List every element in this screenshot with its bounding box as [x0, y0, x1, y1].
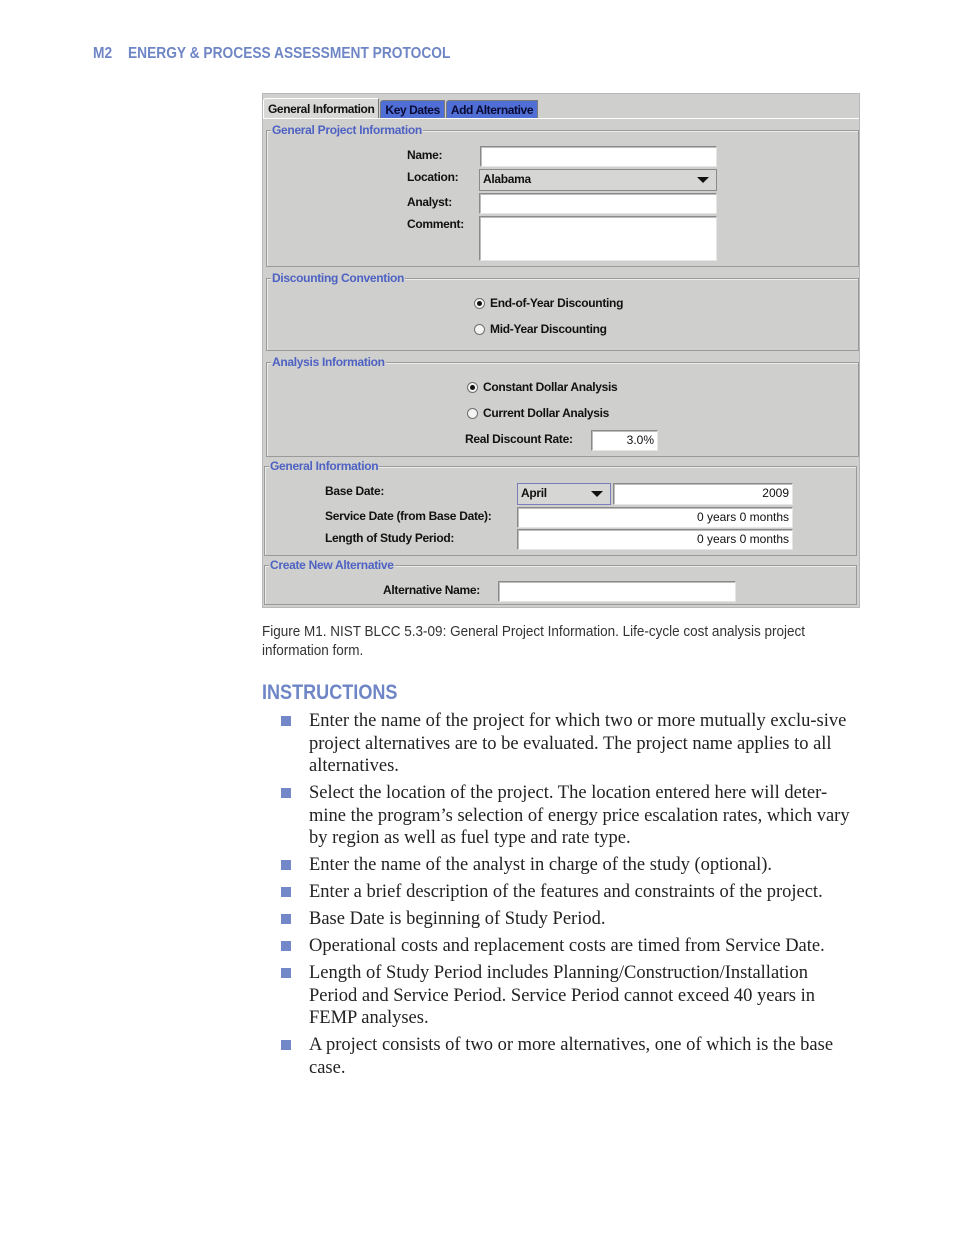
- list-item-text: Select the location of the project. The …: [309, 783, 850, 848]
- list-item: Length of Study Period includes Planning…: [280, 962, 860, 1030]
- list-item: Enter a brief description of the feature…: [280, 881, 860, 904]
- comment-textarea[interactable]: [479, 216, 717, 261]
- list-item-text: Enter the name of the project for which …: [309, 711, 847, 776]
- study-period-input[interactable]: 0 years 0 months: [517, 529, 793, 550]
- base-month-select[interactable]: April: [517, 483, 611, 505]
- base-date-label: Base Date:: [325, 484, 385, 498]
- real-discount-rate-label: Real Discount Rate:: [465, 432, 573, 446]
- name-input[interactable]: [480, 146, 717, 167]
- group-general-project-information: General Project Information Name: Locati…: [266, 123, 859, 267]
- list-item-text: Enter a brief description of the feature…: [309, 882, 823, 902]
- name-label: Name:: [407, 148, 443, 162]
- list-item: Base Date is beginning of Study Period.: [280, 908, 860, 931]
- group-title: Discounting Convention: [271, 271, 406, 285]
- radio-unchecked-icon: [474, 323, 485, 335]
- location-select[interactable]: Alabama: [479, 169, 717, 191]
- service-date-label: Service Date (from Base Date):: [325, 509, 492, 523]
- real-discount-rate-input[interactable]: 3.0%: [591, 430, 658, 451]
- instructions-heading: INSTRUCTIONS: [262, 681, 398, 704]
- tab-general-information[interactable]: General Information: [263, 98, 380, 119]
- group-title: Create New Alternative: [269, 558, 395, 572]
- chevron-down-icon: [697, 177, 709, 183]
- base-year-input[interactable]: 2009: [613, 483, 793, 505]
- list-item-text: Length of Study Period includes Planning…: [309, 963, 816, 1028]
- list-item: Enter the name of the project for which …: [280, 710, 860, 778]
- square-bullet-icon: [281, 788, 291, 798]
- instructions-list: Enter the name of the project for which …: [280, 710, 860, 1084]
- radio-unchecked-icon: [467, 407, 478, 419]
- square-bullet-icon: [281, 968, 291, 978]
- alternative-name-label: Alternative Name:: [383, 583, 480, 597]
- list-item-text: A project consists of two or more altern…: [309, 1035, 834, 1078]
- study-period-label: Length of Study Period:: [325, 531, 455, 545]
- analyst-input[interactable]: [479, 193, 717, 214]
- location-label: Location:: [407, 170, 459, 184]
- location-value: Alabama: [483, 172, 531, 186]
- analyst-label: Analyst:: [407, 195, 452, 209]
- square-bullet-icon: [281, 914, 291, 924]
- square-bullet-icon: [281, 860, 291, 870]
- radio-mid-year[interactable]: Mid-Year Discounting: [474, 322, 607, 336]
- comment-label: Comment:: [407, 217, 464, 231]
- list-item-text: Enter the name of the analyst in charge …: [309, 855, 773, 875]
- list-item: Enter the name of the analyst in charge …: [280, 854, 860, 877]
- radio-label: End-of-Year Discounting: [490, 296, 624, 310]
- radio-label: Current Dollar Analysis: [483, 406, 610, 420]
- square-bullet-icon: [281, 1040, 291, 1050]
- radio-checked-icon: [467, 381, 478, 393]
- group-create-new-alternative: Create New Alternative Alternative Name:: [264, 558, 857, 605]
- group-analysis-information: Analysis Information Constant Dollar Ana…: [266, 355, 859, 457]
- list-item: Select the location of the project. The …: [280, 782, 860, 850]
- group-discounting-convention: Discounting Convention End-of-Year Disco…: [266, 271, 859, 351]
- base-month-value: April: [521, 486, 547, 500]
- radio-constant-dollar[interactable]: Constant Dollar Analysis: [467, 380, 618, 394]
- list-item-text: Operational costs and replacement costs …: [309, 936, 825, 956]
- group-title: Analysis Information: [271, 355, 386, 369]
- group-title: General Information: [269, 459, 380, 473]
- service-date-input[interactable]: 0 years 0 months: [517, 507, 793, 528]
- running-head-title: ENERGY & PROCESS ASSESSMENT PROTOCOL: [127, 45, 451, 62]
- group-general-information: General Information Base Date: April 200…: [264, 459, 857, 556]
- square-bullet-icon: [281, 887, 291, 897]
- radio-current-dollar[interactable]: Current Dollar Analysis: [467, 406, 609, 420]
- chevron-down-icon: [591, 491, 603, 497]
- radio-end-of-year[interactable]: End-of-Year Discounting: [474, 296, 623, 310]
- list-item: A project consists of two or more altern…: [280, 1034, 860, 1079]
- tab-divider: [263, 118, 859, 119]
- page-number: M2: [93, 45, 113, 62]
- square-bullet-icon: [281, 941, 291, 951]
- group-title: General Project Information: [271, 123, 423, 137]
- radio-label: Mid-Year Discounting: [490, 322, 607, 336]
- tab-add-alternative[interactable]: Add Alternative: [445, 100, 539, 119]
- radio-label: Constant Dollar Analysis: [483, 380, 618, 394]
- list-item-text: Base Date is beginning of Study Period.: [309, 909, 606, 929]
- figure-caption: Figure M1. NIST BLCC 5.3-09: General Pro…: [262, 623, 805, 659]
- radio-checked-icon: [474, 297, 485, 309]
- square-bullet-icon: [281, 716, 291, 726]
- alternative-name-input[interactable]: [498, 581, 736, 602]
- running-head: M2 ENERGY & PROCESS ASSESSMENT PROTOCOL: [93, 45, 450, 63]
- blcc-project-form: General Information Key Dates Add Altern…: [262, 93, 860, 608]
- list-item: Operational costs and replacement costs …: [280, 935, 860, 958]
- tab-bar: General Information Key Dates Add Altern…: [263, 98, 539, 119]
- tab-key-dates[interactable]: Key Dates: [380, 100, 445, 119]
